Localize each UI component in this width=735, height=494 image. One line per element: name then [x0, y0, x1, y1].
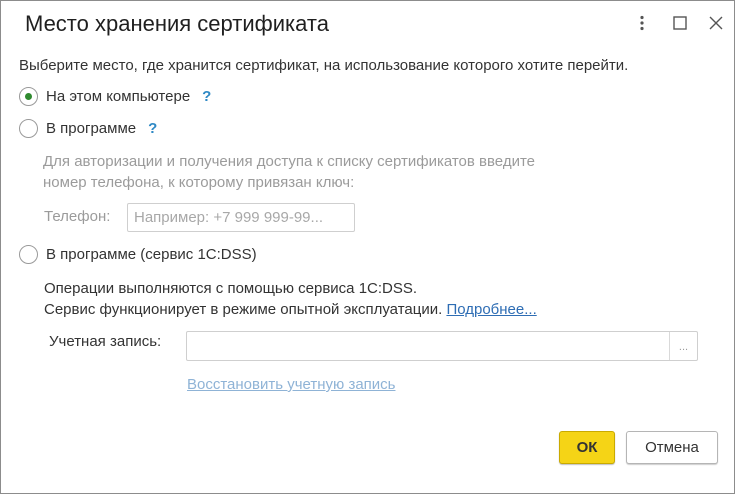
dss-info-line2-text: Сервис функционирует в режиме опытной эк…	[44, 301, 443, 318]
account-field: ...	[186, 331, 698, 361]
radio-in-program[interactable]	[19, 119, 38, 138]
dss-info-line1: Операции выполняются с помощью сервиса 1…	[44, 280, 418, 297]
option-dss-service[interactable]: В программе (сервис 1С:DSS)	[19, 245, 257, 264]
more-vertical-icon[interactable]	[630, 11, 654, 35]
more-link[interactable]: Подробнее...	[446, 301, 536, 318]
ok-button[interactable]: ОК	[559, 431, 615, 464]
option-label: В программе	[46, 120, 137, 137]
certificate-location-dialog: Место хранения сертификата Выберите мест…	[0, 0, 735, 494]
phone-hint-line1: Для авторизации и получения доступа к сп…	[43, 153, 535, 170]
option-label: В программе (сервис 1С:DSS)	[46, 246, 257, 263]
help-icon[interactable]: ?	[202, 88, 211, 105]
dss-info: Операции выполняются с помощью сервиса 1…	[44, 278, 537, 320]
account-input[interactable]	[187, 332, 669, 360]
dialog-title: Место хранения сертификата	[25, 11, 329, 36]
dss-info-line2: Сервис функционирует в режиме опытной эк…	[44, 299, 537, 320]
radio-this-computer[interactable]	[19, 87, 38, 106]
account-label: Учетная запись:	[49, 333, 162, 350]
option-in-program[interactable]: В программе ?	[19, 119, 157, 138]
phone-input[interactable]	[127, 203, 355, 232]
restore-account-link[interactable]: Восстановить учетную запись	[187, 376, 395, 393]
cancel-button[interactable]: Отмена	[626, 431, 718, 464]
radio-dss-service[interactable]	[19, 245, 38, 264]
account-select-button[interactable]: ...	[669, 332, 697, 360]
option-label: На этом компьютере	[46, 88, 191, 105]
phone-label: Телефон:	[44, 208, 111, 225]
close-icon[interactable]	[704, 11, 728, 35]
instruction-text: Выберите место, где хранится сертификат,…	[19, 57, 629, 74]
help-icon[interactable]: ?	[148, 120, 157, 137]
option-this-computer[interactable]: На этом компьютере ?	[19, 87, 211, 106]
phone-hint-line2: номер телефона, к которому привязан ключ…	[43, 174, 355, 191]
maximize-icon[interactable]	[668, 11, 692, 35]
